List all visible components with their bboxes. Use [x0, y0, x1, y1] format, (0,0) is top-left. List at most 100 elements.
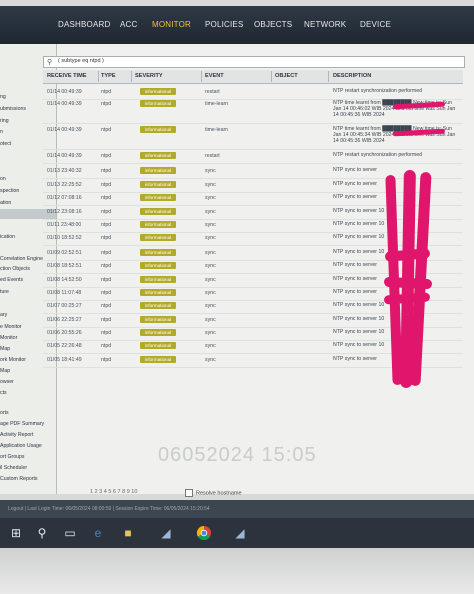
cell-type: ntpd: [101, 153, 112, 159]
sidebar-item[interactable]: ation: [0, 200, 11, 206]
cell-type: ntpd: [101, 101, 112, 107]
chrome-icon[interactable]: [196, 525, 212, 541]
tab-monitor[interactable]: MONITOR: [152, 20, 191, 29]
filter-input[interactable]: ⚲ ( subtype eq ntpd ): [43, 56, 465, 68]
timestamp-watermark: 06052024 15:05: [158, 444, 317, 466]
sidebar-item[interactable]: ubmissions: [0, 106, 26, 112]
table-row[interactable]: 01/13 22:25:52 ntpd informational sync NTP s…: [43, 179, 463, 193]
cell-type: ntpd: [101, 89, 112, 95]
severity-badge: informational: [140, 302, 176, 309]
file-explorer-icon[interactable]: ■: [120, 525, 136, 541]
sidebar-item[interactable]: owser: [0, 379, 14, 385]
desk-surface: [0, 548, 474, 594]
cell-type: ntpd: [101, 250, 112, 256]
tab-acc[interactable]: ACC: [120, 20, 138, 29]
sidebar-item[interactable]: e Monitor: [0, 324, 22, 330]
cell-receive-time: 01/08 11:07:48: [47, 290, 82, 296]
sidebar-item[interactable]: ring: [0, 118, 9, 124]
sidebar-item[interactable]: Activity Report: [0, 432, 33, 438]
column-object[interactable]: OBJECT: [275, 73, 298, 79]
table-row[interactable]: 01/10 18:52:52 ntpd informational sync NTP s…: [43, 232, 463, 246]
column-severity[interactable]: SEVERITY: [135, 73, 163, 79]
sidebar-item[interactable]: ng: [0, 94, 6, 100]
sidebar-item[interactable]: ary: [0, 312, 7, 318]
tab-network[interactable]: NETWORK: [304, 20, 346, 29]
cell-type: ntpd: [101, 330, 112, 336]
tab-policies[interactable]: POLICIES: [205, 20, 244, 29]
checkbox[interactable]: [185, 489, 193, 497]
task-view-icon[interactable]: ▭: [62, 525, 78, 541]
sidebar-item[interactable]: on: [0, 176, 6, 182]
cell-receive-time: 01/11 23:48:00: [47, 222, 82, 228]
sidebar-item[interactable]: age PDF Summary: [0, 421, 44, 427]
column-receive-time[interactable]: RECEIVE TIME: [47, 73, 86, 79]
severity-badge: informational: [140, 181, 176, 188]
cell-receive-time: 01/14 00:49:39: [47, 101, 82, 107]
app-icon[interactable]: ◢: [158, 525, 174, 541]
cell-description: NTP restart synchronization performed: [333, 88, 422, 94]
sidebar-item[interactable]: Map: [0, 368, 10, 374]
cell-type: ntpd: [101, 222, 112, 228]
filter-text: ( subtype eq ntpd ): [58, 58, 104, 64]
sidebar-item[interactable]: Map: [0, 346, 10, 352]
column-event[interactable]: EVENT: [205, 73, 224, 79]
cell-receive-time: 01/07 00:25:27: [47, 303, 82, 309]
severity-badge: informational: [140, 126, 176, 133]
severity-badge: informational: [140, 152, 176, 159]
cell-event: sync: [205, 209, 216, 215]
tab-device[interactable]: DEVICE: [360, 20, 391, 29]
table-row[interactable]: 01/08 18:52:51 ntpd informational sync NTP s…: [43, 260, 463, 274]
cell-event: time-learn: [205, 127, 229, 133]
cell-type: ntpd: [101, 127, 112, 133]
sidebar-item[interactable]: il Scheduler: [0, 465, 27, 471]
table-row[interactable]: 01/11 23:48:00 ntpd informational sync NTP s…: [43, 219, 463, 233]
tab-objects[interactable]: OBJECTS: [254, 20, 292, 29]
cell-type: ntpd: [101, 317, 112, 323]
column-description[interactable]: DESCRIPTION: [333, 73, 371, 79]
taskbar: ⊞ ⚲ ▭ е ■ ◢ ◢: [0, 518, 474, 548]
sidebar-item[interactable]: Application Usage: [0, 443, 42, 449]
sidebar-item[interactable]: cts: [0, 390, 7, 396]
severity-badge: informational: [140, 316, 176, 323]
severity-badge: informational: [140, 329, 176, 336]
app-icon[interactable]: ◢: [232, 525, 248, 541]
column-type[interactable]: TYPE: [101, 73, 116, 79]
table-row[interactable]: 01/14 00:49:39 ntpd informational time-lear…: [43, 98, 463, 124]
severity-badge: informational: [140, 221, 176, 228]
pagination[interactable]: 1 2 3 4 5 6 7 8 9 10: [90, 489, 137, 495]
severity-badge: informational: [140, 249, 176, 256]
sidebar-item[interactable]: ork Monitor: [0, 357, 26, 363]
table-row[interactable]: 01/14 00:49:39 ntpd informational time-lear…: [43, 124, 463, 150]
table-row[interactable]: 01/14 00:49:39 ntpd informational restart NT…: [43, 150, 463, 164]
cell-event: sync: [205, 182, 216, 188]
column-divider: [328, 71, 329, 82]
sidebar-item[interactable]: otect: [0, 141, 11, 147]
table-row[interactable]: 01/12 23:08:16 ntpd informational sync NTP s…: [43, 206, 463, 220]
sidebar-item[interactable]: Monitor: [0, 335, 17, 341]
sidebar-item[interactable]: n: [0, 129, 3, 135]
sidebar-item[interactable]: ction Objects: [0, 266, 30, 272]
tab-dashboard[interactable]: DASHBOARD: [58, 20, 110, 29]
cell-receive-time: 01/12 23:08:16: [47, 209, 82, 215]
sidebar-item[interactable]: Custom Reports: [0, 476, 37, 482]
severity-badge: informational: [140, 234, 176, 241]
windows-icon[interactable]: ⊞: [8, 525, 24, 541]
search-icon[interactable]: ⚲: [34, 525, 50, 541]
sidebar-item[interactable]: ort Groups: [0, 454, 25, 460]
column-divider: [201, 71, 202, 82]
sidebar-item[interactable]: ed Events: [0, 277, 23, 283]
cell-event: sync: [205, 235, 216, 241]
edge-icon[interactable]: е: [90, 525, 106, 541]
sidebar-item[interactable]: spection: [0, 188, 19, 194]
table-row[interactable]: 01/12 07:08:16 ntpd informational sync NTP s…: [43, 192, 463, 206]
sidebar-item[interactable]: orts: [0, 410, 9, 416]
cell-event: restart: [205, 89, 220, 95]
sidebar-item[interactable]: Correlation Engine: [0, 256, 43, 262]
sidebar-item[interactable]: ture: [0, 289, 9, 295]
cell-receive-time: 01/08 18:52:51: [47, 263, 82, 269]
sidebar-item[interactable]: ication: [0, 234, 15, 240]
severity-badge: informational: [140, 276, 176, 283]
resolve-hostname-toggle[interactable]: Resolve hostname: [185, 489, 242, 497]
table-row[interactable]: 01/13 23:40:32 ntpd informational sync NTP s…: [43, 165, 463, 179]
status-text: Logout | Last Login Time: 06/05/2024 08:…: [8, 506, 210, 512]
